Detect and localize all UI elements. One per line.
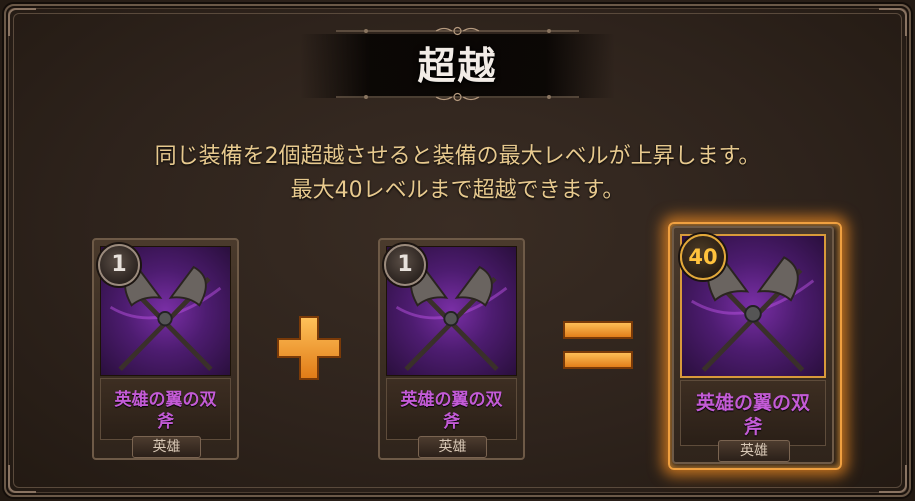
item-name-line-2: 斧 [443,412,460,432]
item-name-box: 英雄の翼の双 斧 [386,378,517,440]
title-ornament-bottom [336,92,579,102]
level-badge: 1 [384,244,426,286]
page-title: 超越 [417,44,498,88]
material-card-2[interactable]: 1 英雄の翼の双 斧 英雄 [378,238,525,460]
description-line-2: 最大40レベルまで超越できます。 [290,178,625,203]
title-ornament-top [336,26,579,36]
item-name-box: 英雄の翼の双 斧 [100,378,231,440]
material-card-1[interactable]: 1 英雄の翼の双 斧 英雄 [92,238,239,460]
item-name-line-2: 斧 [157,412,174,432]
rarity-tag: 英雄 [418,436,487,458]
level-badge: 40 [680,234,726,280]
rarity-tag: 英雄 [132,436,201,458]
equals-icon [563,321,633,369]
description-line-1: 同じ装備を2個超越させると装備の最大レベルが上昇します。 [154,144,761,169]
rarity-tag: 英雄 [718,440,790,462]
level-badge: 1 [98,244,140,286]
item-name-line-1: 英雄の翼の双 [695,392,810,414]
transcend-panel: 超越 同じ装備を2個超越させると装備の最大レベルが上昇します。 最大40レベルま… [0,0,915,501]
result-card[interactable]: 40 英雄の翼の双 斧 英雄 [672,226,834,464]
item-name-box: 英雄の翼の双 斧 [680,380,826,446]
plus-icon [277,316,341,380]
item-name-line-2: 斧 [743,416,763,438]
